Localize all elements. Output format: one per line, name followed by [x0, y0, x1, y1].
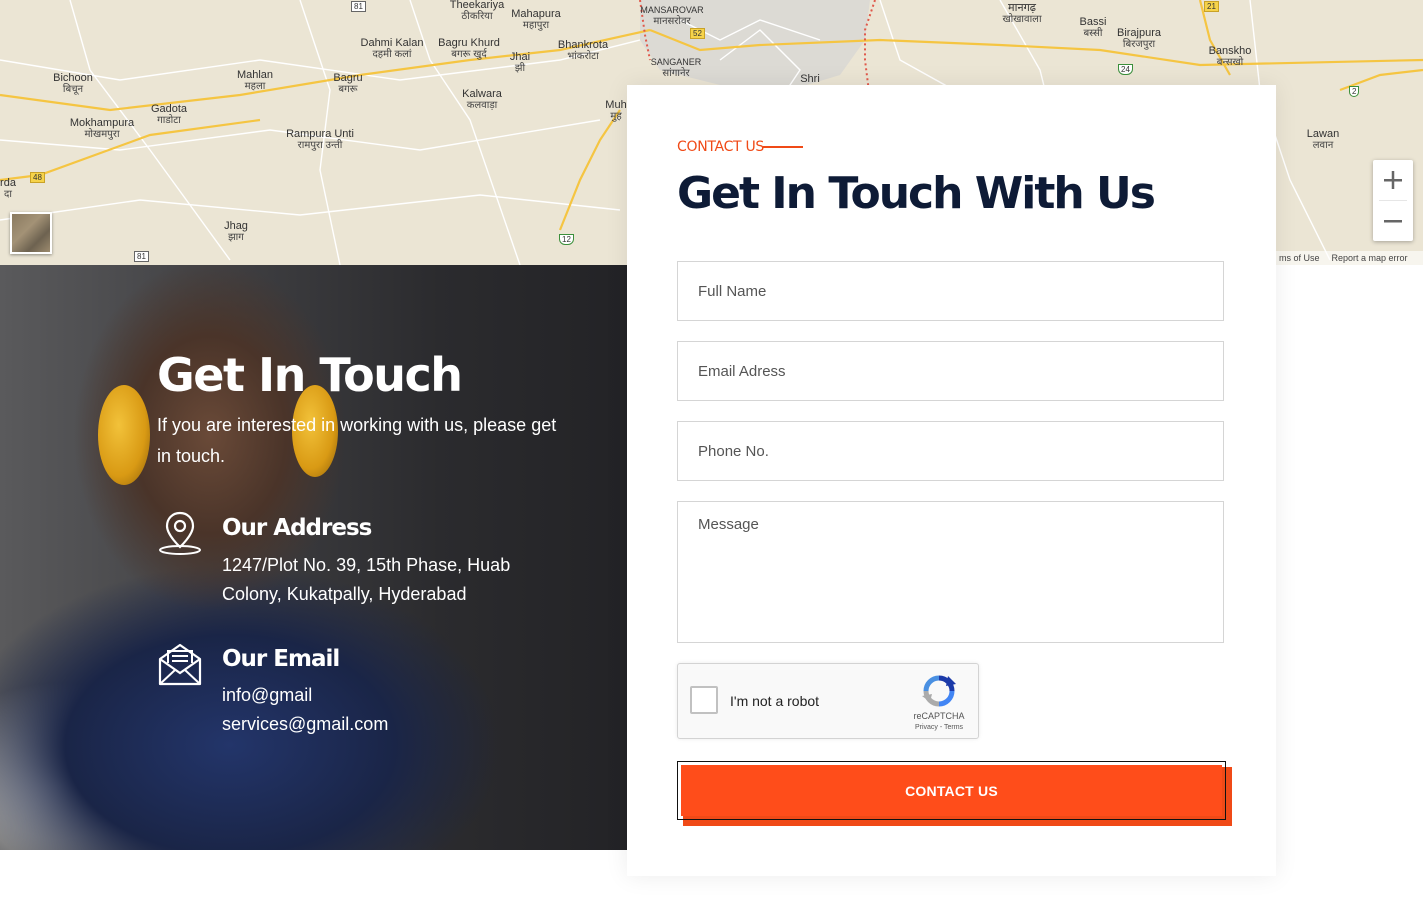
recaptcha-links: Privacy - Terms: [906, 723, 972, 732]
map-place-label: Theekariya ठीकरिया: [449, 0, 505, 22]
map-place-label: Shri: [800, 73, 820, 85]
map-place-label: Mahlan महला: [236, 69, 274, 93]
map-place-label: Bagru बगरू: [333, 72, 363, 96]
phone-input[interactable]: [678, 422, 1223, 480]
report-map-error-link[interactable]: Report a map error: [1332, 253, 1408, 263]
map-place-label: Rampura Unti रामपुरा उन्ती: [286, 128, 354, 152]
map-place-label: Bichoon बिचून: [53, 72, 93, 96]
email-link[interactable]: services@gmail.com: [222, 710, 388, 739]
highway-shield: 81: [351, 1, 366, 12]
map-footer: ms of Use Report a map error: [1276, 251, 1423, 265]
form-title: Get In Touch With Us: [677, 168, 1156, 219]
recaptcha-privacy-link[interactable]: Privacy: [915, 724, 938, 731]
map-place-label: Kalwara कलवाड़ा: [462, 88, 502, 112]
terms-of-use-link[interactable]: ms of Use: [1279, 253, 1320, 263]
address-line: 1247/Plot No. 39, 15th Phase, Huab: [222, 555, 511, 575]
recaptcha-brand: reCAPTCHA: [913, 711, 965, 721]
highway-shield: 48: [30, 172, 45, 183]
map-place-label: मानगढ़ खोखावाला: [1002, 2, 1042, 26]
hero-title: Get In Touch: [157, 348, 463, 402]
highway-shield: 12: [559, 234, 574, 245]
email-block: Our Email info@gmail services@gmail.com: [157, 641, 577, 741]
email-link[interactable]: info@gmail: [222, 681, 312, 710]
map-place-label: Gadota गाडोटा: [150, 103, 188, 127]
full-name-input[interactable]: [678, 262, 1223, 320]
recaptcha-logo-icon: [922, 675, 956, 707]
recaptcha-terms-link[interactable]: Terms: [944, 724, 963, 731]
recaptcha-label: I'm not a robot: [730, 693, 820, 709]
recaptcha-widget: I'm not a robot reCAPTCHA Privacy - Term…: [677, 663, 979, 739]
map-place-label: Bhankrota भांकरोटा: [557, 39, 609, 63]
address-title: Our Address: [222, 515, 372, 541]
zoom-out-button[interactable]: [1373, 201, 1413, 241]
envelope-icon: [158, 643, 202, 686]
map-place-label: SANGANER सांगानेर: [650, 57, 702, 79]
zoom-in-button[interactable]: [1373, 160, 1413, 200]
recaptcha-checkbox[interactable]: [690, 686, 718, 714]
email-input[interactable]: [678, 342, 1223, 400]
satellite-toggle-thumbnail[interactable]: [10, 212, 52, 254]
contact-form-card: CONTACT US Get In Touch With Us I'm not …: [627, 85, 1276, 876]
hero-photo-detail: [98, 385, 150, 485]
map-place-label: rda दा: [0, 177, 16, 201]
message-field: [677, 501, 1224, 643]
section-eyebrow: CONTACT US: [677, 139, 764, 155]
contact-us-submit-button[interactable]: CONTACT US: [677, 761, 1226, 820]
message-textarea[interactable]: [678, 502, 1223, 642]
email-field: [677, 341, 1224, 401]
eyebrow-divider: [763, 146, 803, 148]
full-name-field: [677, 261, 1224, 321]
map-place-label: Mahapura महापुरा: [511, 8, 561, 32]
map-place-label: Birajpura बिरजपुरा: [1116, 27, 1162, 51]
contact-hero-panel: Get In Touch If you are interested in wo…: [0, 265, 627, 850]
map-place-label: MANSAROVAR मानसरोवर: [640, 5, 704, 27]
highway-shield: 21: [1204, 1, 1219, 12]
map-place-label: Bagru Khurd बगरू खुर्द: [438, 37, 500, 61]
highway-shield: 24: [1118, 64, 1133, 75]
plus-icon: [1384, 171, 1402, 189]
map-pin-icon: [159, 511, 201, 555]
map-place-label: Bassi बस्सी: [1079, 16, 1107, 40]
map-place-label: Banskho बन्सखो: [1208, 45, 1252, 69]
map-place-label: Mokhampura मोखमपुरा: [69, 117, 135, 141]
submit-button-label: CONTACT US: [681, 765, 1222, 816]
highway-shield: 81: [134, 251, 149, 262]
map-zoom-control: [1373, 160, 1413, 241]
highway-shield: 52: [690, 28, 705, 39]
phone-field: [677, 421, 1224, 481]
map-place-label: Muh मुह: [605, 99, 627, 123]
map-place-label: Jhag झाग: [224, 220, 248, 244]
address-block: Our Address 1247/Plot No. 39, 15th Phase…: [157, 510, 577, 610]
map-place-label: Lawan लवान: [1306, 128, 1340, 152]
map-place-label: Dahmi Kalan दहमी कलां: [360, 37, 424, 61]
map-place-label: Jhai झी: [509, 51, 531, 75]
email-title: Our Email: [222, 646, 340, 672]
hero-description: If you are interested in working with us…: [157, 415, 557, 466]
minus-icon: [1384, 220, 1402, 223]
address-line: Colony, Kukatpally, Hyderabad: [222, 584, 467, 604]
